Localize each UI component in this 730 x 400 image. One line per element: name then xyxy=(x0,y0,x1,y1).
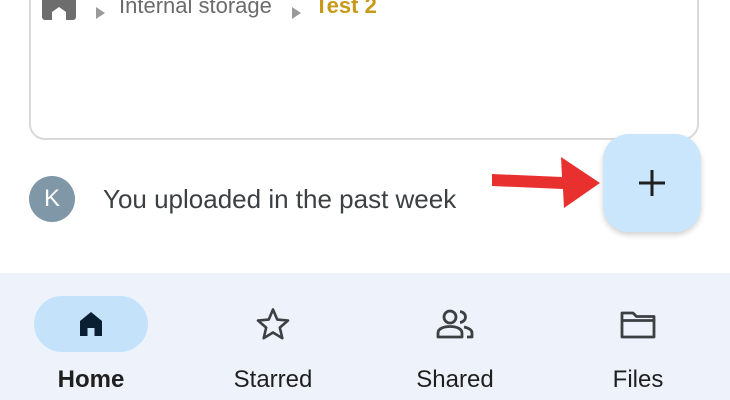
star-icon xyxy=(256,308,290,340)
breadcrumb: Internal storage Test 2 xyxy=(42,0,377,22)
drive-screen: Internal storage Test 2 K You uploaded i… xyxy=(0,0,730,400)
breadcrumb-separator-icon xyxy=(291,7,301,19)
nav-item-files[interactable]: Files xyxy=(558,273,718,400)
breadcrumb-item-current[interactable]: Test 2 xyxy=(315,0,377,17)
home-icon[interactable] xyxy=(42,0,76,20)
folder-icon xyxy=(620,311,656,339)
nav-item-shared[interactable]: Shared xyxy=(375,273,535,400)
nav-item-home[interactable]: Home xyxy=(11,273,171,400)
nav-label-files: Files xyxy=(612,366,664,393)
nav-label-home: Home xyxy=(57,366,125,393)
arrow-annotation-icon xyxy=(492,157,600,208)
activity-text: You uploaded in the past week xyxy=(103,183,457,214)
activity-row[interactable]: K You uploaded in the past week xyxy=(29,174,456,224)
plus-icon xyxy=(639,170,665,196)
breadcrumb-item-internal-storage[interactable]: Internal storage xyxy=(119,0,272,17)
nav-label-starred: Starred xyxy=(233,366,313,393)
nav-label-shared: Shared xyxy=(416,366,494,393)
bottom-navigation: Home Starred Shared Files xyxy=(0,273,730,400)
avatar: K xyxy=(29,176,75,222)
nav-pill xyxy=(581,296,695,352)
nav-pill xyxy=(216,296,330,352)
new-button[interactable] xyxy=(603,134,701,232)
nav-active-indicator xyxy=(34,296,148,352)
nav-item-starred[interactable]: Starred xyxy=(193,273,353,400)
home-icon xyxy=(80,312,102,336)
breadcrumb-separator-icon xyxy=(96,7,105,19)
people-icon xyxy=(436,309,474,339)
nav-pill xyxy=(398,296,512,352)
